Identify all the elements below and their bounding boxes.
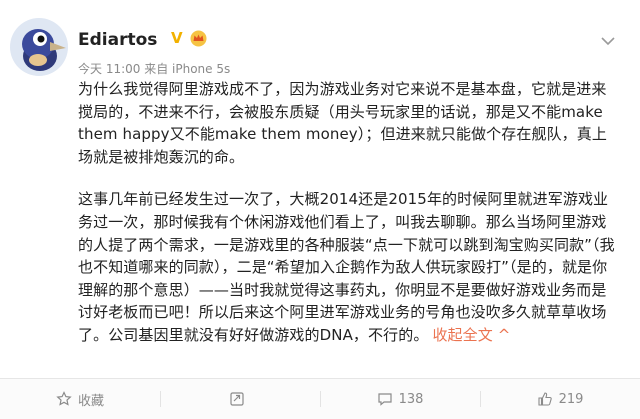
post-paragraph-2-text: 这事几年前已经发生过一次了，大概2014还是2015年的时候阿里就进军游戏业务过… — [78, 190, 615, 344]
repost-icon — [230, 392, 244, 406]
post-paragraph-2: 这事几年前已经发生过一次了，大概2014还是2015年的时候阿里就进军游戏业务过… — [78, 188, 618, 346]
favorite-button[interactable]: 收藏 — [0, 379, 160, 419]
chevron-down-icon[interactable] — [600, 32, 616, 46]
post-meta: 今天 11:00 来自 iPhone 5s — [78, 62, 231, 76]
comment-icon — [377, 393, 392, 406]
collapse-arrow-icon: ^ — [497, 325, 511, 344]
post-paragraph-1: 为什么我觉得阿里游戏成不了，因为游戏业务对它来说不是基本盘，它就是进来搅局的，不… — [78, 80, 607, 166]
like-count: 219 — [558, 391, 584, 407]
vip-crown-icon — [190, 30, 207, 47]
action-bar: 收藏 138 219 — [0, 379, 640, 419]
post-body: 为什么我觉得阿里游戏成不了，因为游戏业务对它来说不是基本盘，它就是进来搅局的，不… — [78, 78, 618, 347]
like-icon — [538, 392, 552, 406]
weibo-post-card: Ediartos V 今天 11:00 来自 iPhone 5s 为什么我觉得阿… — [0, 0, 640, 419]
username[interactable]: Ediartos — [78, 30, 157, 50]
comment-button[interactable]: 138 — [320, 379, 480, 419]
like-button[interactable]: 219 — [480, 379, 640, 419]
verified-badge: V — [171, 29, 183, 47]
avatar-bird-icon — [10, 18, 68, 76]
repost-button[interactable] — [160, 379, 320, 419]
favorite-label: 收藏 — [77, 393, 104, 409]
comment-count: 138 — [398, 391, 424, 407]
avatar[interactable] — [10, 18, 68, 76]
star-icon — [56, 391, 72, 406]
collapse-full-text-link[interactable]: 收起全文 ^ — [432, 326, 510, 344]
